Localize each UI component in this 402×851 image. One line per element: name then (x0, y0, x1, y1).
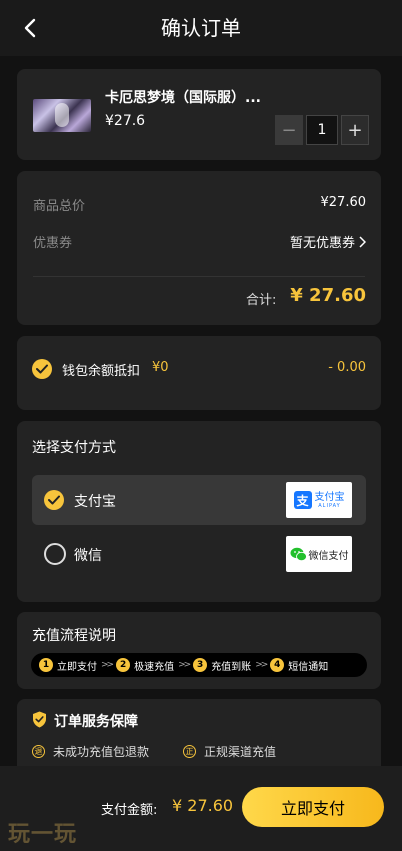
page-title: 确认订单 (161, 16, 241, 40)
checkout-bar: 支付金额: ¥ 27.60 立即支付 玩一玩 (0, 766, 402, 851)
refund-icon: 退 (32, 745, 45, 758)
increase-button[interactable]: + (341, 115, 369, 145)
coupon-selector[interactable]: 暂无优惠券 (290, 232, 366, 251)
process-step: 1 立即支付 (39, 658, 97, 673)
quantity-value[interactable]: 1 (306, 115, 338, 145)
guarantee-item-label: 未成功充值包退款 (53, 745, 150, 759)
coupon-label: 优惠券 (33, 236, 73, 251)
alipay-check-icon (44, 490, 64, 510)
official-channel-icon: 正 (183, 745, 196, 758)
wechat-icon (290, 547, 307, 561)
alipay-logo-text: 支付宝 (314, 491, 345, 503)
double-chevron-icon: >> (178, 660, 191, 670)
quantity-stepper: − 1 + (275, 115, 369, 145)
pay-amount-label: 支付金额: (101, 803, 158, 818)
step-label: 立即支付 (57, 661, 97, 673)
step-label: 极速充值 (134, 661, 175, 673)
step-number: 2 (116, 658, 131, 672)
product-card: 卡厄思梦境（国际服）... ¥27.6 − 1 + (17, 69, 381, 160)
subtotal-value: ¥27.60 (320, 195, 367, 210)
coupon-value: 暂无优惠券 (289, 236, 355, 251)
wechat-label: 微信 (74, 548, 102, 564)
product-thumbnail (33, 99, 91, 132)
payment-option-wechat[interactable]: 微信 微信支付 (32, 529, 366, 579)
guarantee-item: 正 正规渠道充值 (183, 743, 276, 760)
double-chevron-icon: >> (101, 660, 114, 670)
wallet-balance: ¥0 (152, 360, 169, 375)
process-step: 4 短信通知 (270, 658, 328, 673)
wallet-check-icon[interactable] (32, 359, 52, 379)
step-label: 充值到账 (211, 661, 252, 673)
double-chevron-icon: >> (255, 660, 268, 670)
process-steps: 1 立即支付 >> 2 极速充值 >> 3 充值到账 >> 4 短信通知 (31, 653, 367, 677)
total-value: ¥ 27.60 (290, 285, 366, 306)
watermark-logo: 玩一玩 (8, 822, 78, 847)
shield-check-icon (33, 711, 46, 728)
process-step: 2 极速充值 (116, 658, 174, 673)
top-bar: 确认订单 (0, 0, 402, 56)
chevron-right-icon (359, 235, 366, 248)
step-number: 4 (270, 658, 285, 672)
guarantee-title: 订单服务保障 (54, 714, 138, 730)
guarantee-item: 退 未成功充值包退款 (32, 743, 149, 760)
wallet-card[interactable]: 钱包余额抵扣 ¥0 - 0.00 (17, 336, 381, 410)
total-label: 合计: (246, 293, 277, 308)
alipay-icon: 支 (293, 491, 312, 509)
recharge-process-card: 充值流程说明 1 立即支付 >> 2 极速充值 >> 3 充值到账 >> 4 短… (17, 612, 381, 689)
alipay-logo: 支 支付宝 ALIPAY (286, 482, 352, 518)
divider (33, 276, 365, 277)
process-step: 3 充值到账 (193, 658, 251, 673)
checkmark-icon (48, 495, 60, 505)
decrease-button[interactable]: − (275, 115, 303, 145)
step-number: 1 (39, 658, 53, 672)
process-title: 充值流程说明 (32, 628, 116, 644)
pay-amount-value: ¥ 27.60 (172, 796, 234, 815)
guarantee-item-label: 正规渠道充值 (204, 745, 277, 759)
wechat-radio[interactable] (44, 543, 66, 565)
alipay-logo-subtext: ALIPAY (318, 502, 341, 509)
wallet-label: 钱包余额抵扣 (62, 364, 141, 379)
product-price: ¥27.6 (105, 113, 146, 129)
wechat-pay-logo-text: 微信支付 (308, 550, 349, 562)
checkmark-icon (36, 364, 48, 374)
product-name: 卡厄思梦境（国际服）... (105, 90, 261, 106)
payment-option-alipay[interactable]: 支付宝 支 支付宝 ALIPAY (32, 475, 366, 525)
payment-method-card: 选择支付方式 支付宝 支 支付宝 ALIPAY 微信 微信支付 (17, 421, 381, 602)
subtotal-label: 商品总价 (33, 199, 86, 214)
step-number: 3 (193, 658, 208, 672)
pay-now-button[interactable]: 立即支付 (242, 787, 384, 827)
wallet-deduction: - 0.00 (328, 360, 366, 375)
price-summary-card: 商品总价 ¥27.60 优惠券 暂无优惠券 合计: ¥ 27.60 (17, 171, 381, 325)
wechat-pay-logo: 微信支付 (286, 536, 352, 572)
payment-title: 选择支付方式 (32, 440, 116, 456)
alipay-label: 支付宝 (74, 494, 116, 510)
step-label: 短信通知 (288, 661, 329, 673)
